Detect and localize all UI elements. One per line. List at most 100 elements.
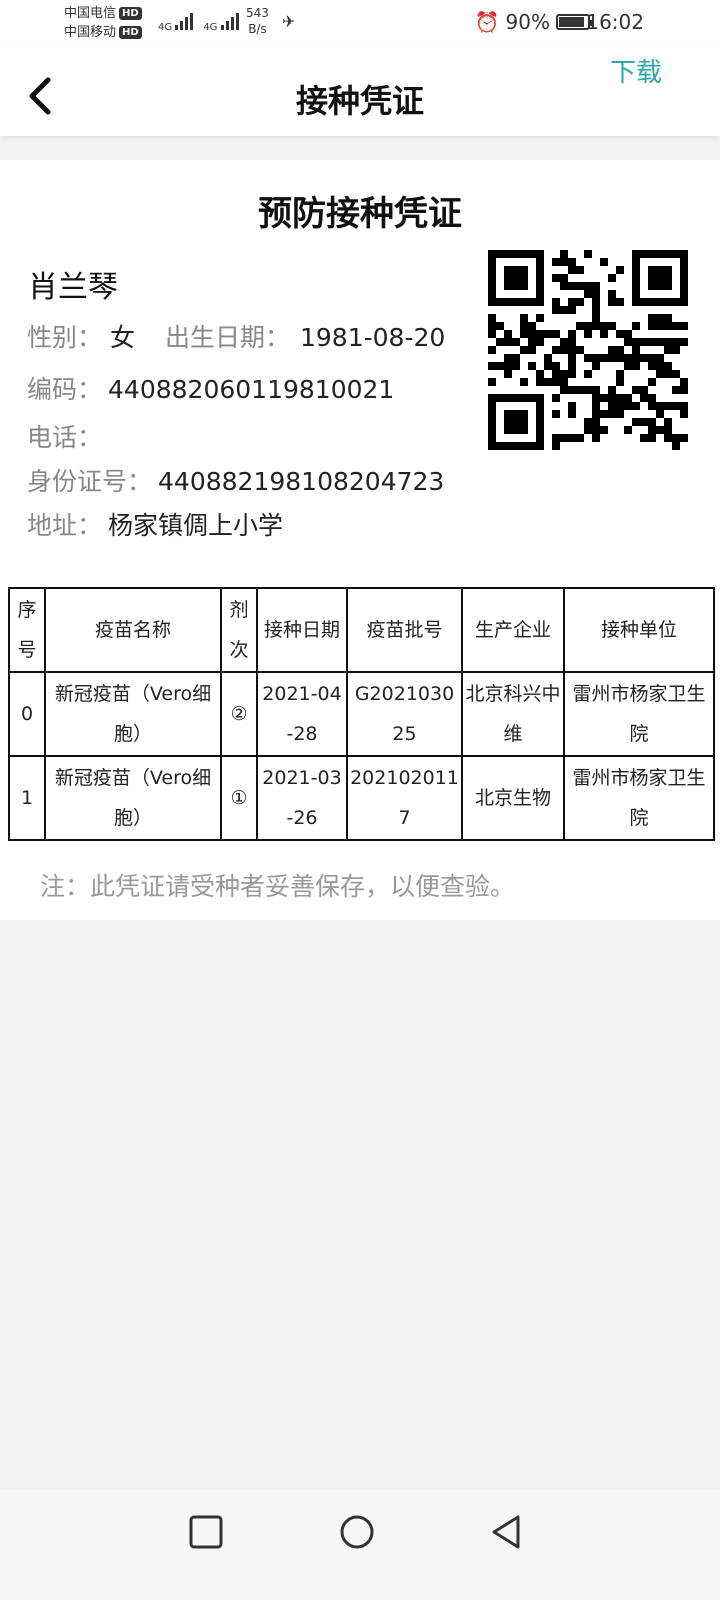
battery-icon	[556, 14, 593, 30]
qr-module	[632, 266, 641, 275]
qr-module	[680, 402, 688, 411]
qr-module	[560, 386, 569, 395]
qr-module	[568, 386, 577, 395]
qr-module	[520, 346, 529, 355]
qr-module	[512, 338, 521, 347]
birth-date-value: 1981-08-20	[300, 323, 446, 352]
qr-module	[608, 346, 617, 355]
qr-module	[648, 418, 657, 427]
status-right: ⏰ 90%	[475, 10, 593, 34]
qr-module	[624, 426, 633, 435]
gender-value: 女	[110, 323, 136, 352]
table-header-row: 序号 疫苗名称 剂次 接种日期 疫苗批号 生产企业 接种单位	[8, 587, 715, 673]
recent-apps-button[interactable]	[186, 1512, 226, 1552]
qr-module	[576, 282, 585, 291]
cell-vaccine-name: 新冠疫苗（Vero细胞）	[44, 671, 222, 757]
qr-module	[656, 362, 665, 371]
qr-module	[568, 282, 577, 291]
qr-module	[584, 330, 593, 339]
cell-dose: ①	[220, 755, 258, 841]
qr-module	[664, 418, 673, 427]
qr-module	[664, 338, 673, 347]
qr-module	[560, 370, 569, 379]
qr-module	[632, 346, 641, 355]
qr-module	[520, 298, 529, 307]
qr-module	[648, 338, 657, 347]
qr-module	[520, 266, 529, 275]
qr-module	[632, 362, 641, 371]
qr-module	[608, 394, 617, 403]
qr-module	[568, 410, 577, 419]
home-button[interactable]	[337, 1512, 377, 1552]
qr-module	[656, 282, 665, 291]
qr-module	[536, 258, 545, 267]
qr-module	[592, 322, 601, 331]
qr-module	[584, 290, 593, 299]
qr-module	[632, 258, 641, 267]
qr-module	[632, 250, 641, 259]
qr-module	[528, 394, 537, 403]
qr-module	[568, 306, 577, 315]
system-back-button[interactable]	[486, 1512, 526, 1552]
qr-module	[616, 378, 625, 387]
qr-module	[520, 330, 529, 339]
qr-module	[600, 394, 609, 403]
qr-module	[536, 338, 545, 347]
qr-module	[560, 274, 569, 283]
qr-module	[664, 266, 673, 275]
qr-module	[608, 402, 617, 411]
qr-module	[528, 442, 537, 450]
qr-module	[616, 298, 625, 307]
qr-module	[488, 362, 497, 371]
qr-module	[576, 322, 585, 331]
qr-module	[536, 290, 545, 299]
qr-module	[664, 298, 673, 307]
carrier-2: 中国移动	[64, 25, 117, 40]
qr-module	[664, 322, 673, 331]
qr-module	[664, 426, 673, 435]
id-row: 身份证号： 440882198108204723	[27, 462, 444, 498]
cell-batch: G202103025	[346, 671, 463, 757]
qr-module	[528, 362, 537, 371]
qr-module	[560, 250, 569, 259]
qr-module	[592, 434, 601, 443]
qr-module	[672, 442, 681, 450]
qr-module	[504, 282, 513, 291]
qr-module	[600, 330, 609, 339]
qr-module	[632, 290, 641, 299]
qr-module	[592, 282, 601, 291]
qr-module	[664, 370, 673, 379]
qr-module	[488, 266, 497, 275]
qr-module	[552, 410, 561, 419]
qr-module	[608, 290, 617, 299]
qr-module	[584, 426, 593, 435]
qr-module	[488, 434, 497, 443]
qr-module	[536, 402, 545, 411]
qr-module	[576, 346, 585, 355]
network-2: 4G	[203, 10, 239, 33]
qr-module	[512, 282, 521, 291]
qr-module	[592, 410, 601, 419]
qr-module	[672, 370, 681, 379]
download-button[interactable]: 下载	[610, 52, 662, 89]
qr-module	[608, 298, 617, 307]
qr-module	[488, 282, 497, 291]
qr-module	[656, 322, 665, 331]
qr-module	[664, 274, 673, 283]
qr-module	[640, 250, 649, 259]
qr-module	[592, 298, 601, 307]
qr-module	[576, 298, 585, 307]
code-row: 编码： 440882060119810021	[27, 370, 394, 406]
qr-module	[496, 394, 505, 403]
qr-module	[592, 314, 601, 323]
qr-module	[536, 394, 545, 403]
qr-module	[608, 386, 617, 395]
person-name: 肖兰琴	[28, 270, 118, 305]
qr-module	[560, 346, 569, 355]
qr-module	[656, 314, 665, 323]
qr-module	[600, 410, 609, 419]
qr-module	[584, 250, 593, 259]
hd-badge: HD	[119, 7, 142, 20]
signal-indicators: 4G 4G	[158, 10, 239, 33]
qr-module	[536, 274, 545, 283]
